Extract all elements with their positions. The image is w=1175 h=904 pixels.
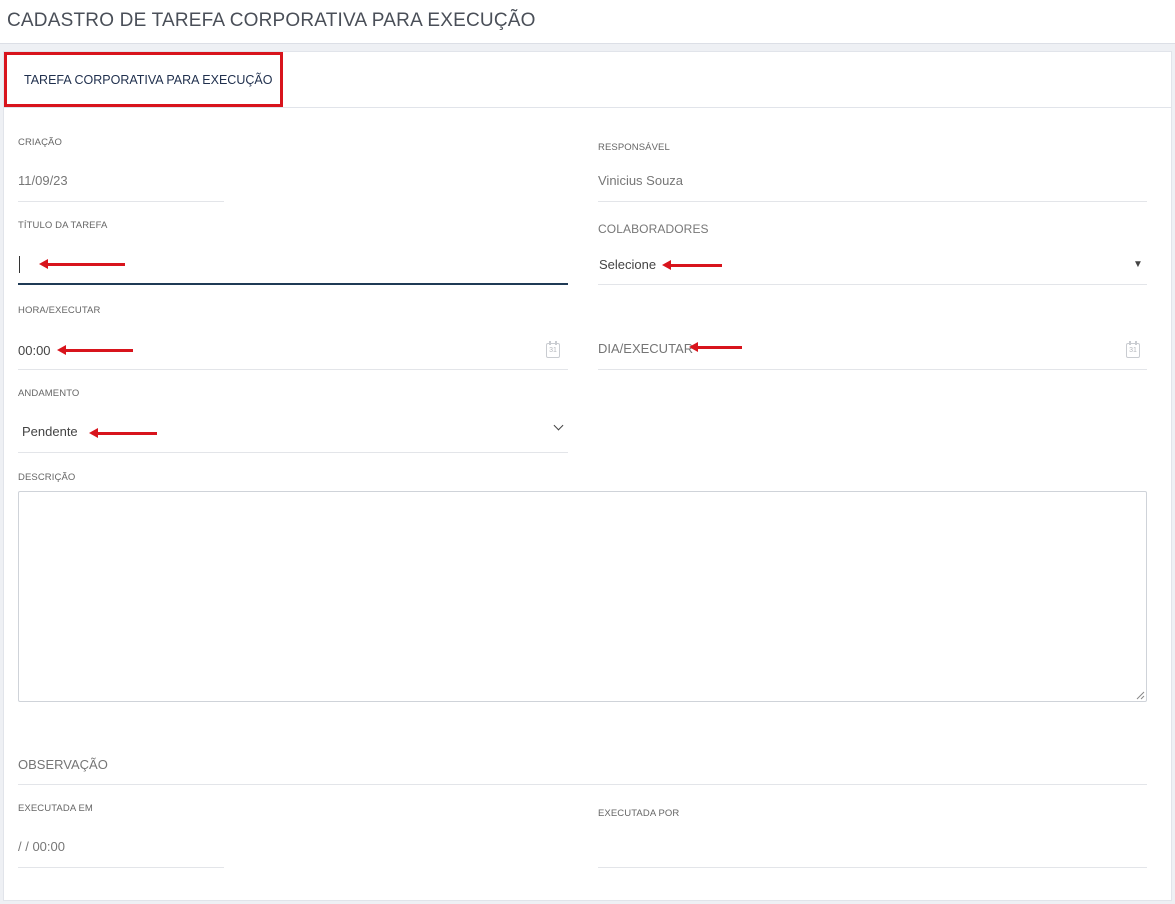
andamento-underline xyxy=(18,452,568,453)
red-arrow-annotation xyxy=(689,342,742,352)
responsavel-underline xyxy=(598,201,1147,202)
red-arrow-annotation xyxy=(57,345,133,355)
calendar-icon[interactable]: 31 xyxy=(1126,341,1140,358)
red-arrow-annotation xyxy=(662,260,722,270)
resize-grip-icon[interactable] xyxy=(1136,691,1145,700)
tab-tarefa-corporativa[interactable]: TAREFA CORPORATIVA PARA EXECUÇÃO xyxy=(4,52,283,107)
red-arrow-annotation xyxy=(89,428,157,438)
red-arrow-annotation xyxy=(39,259,125,269)
criacao-underline xyxy=(18,201,224,202)
page-header: CADASTRO DE TAREFA CORPORATIVA PARA EXEC… xyxy=(0,0,1175,44)
executada-em-value: / / 00:00 xyxy=(18,839,65,854)
executada-em-underline xyxy=(18,867,224,868)
dia-executar-input[interactable] xyxy=(598,338,1108,358)
colaboradores-label: COLABORADORES xyxy=(598,222,709,236)
descricao-textarea[interactable] xyxy=(18,491,1147,702)
caret-down-icon: ▼ xyxy=(1133,259,1143,270)
dia-executar-underline xyxy=(598,369,1147,370)
criacao-value: 11/09/23 xyxy=(18,173,68,188)
tab-bar: TAREFA CORPORATIVA PARA EXECUÇÃO xyxy=(4,52,1171,108)
responsavel-value: Vinicius Souza xyxy=(598,173,684,188)
titulo-underline xyxy=(18,283,568,285)
observacao-underline xyxy=(18,784,1147,785)
calendar-icon[interactable]: 31 xyxy=(546,341,560,358)
executada-por-label: EXECUTADA POR xyxy=(598,808,680,819)
andamento-selected: Pendente xyxy=(22,424,78,439)
titulo-label: TÍTULO DA TAREFA xyxy=(18,220,108,231)
colaboradores-underline xyxy=(598,284,1147,285)
hora-executar-label: HORA/EXECUTAR xyxy=(18,305,101,316)
executada-por-underline xyxy=(598,867,1147,868)
descricao-label: DESCRIÇÃO xyxy=(18,472,76,483)
observacao-input[interactable] xyxy=(18,754,1146,774)
executada-em-label: EXECUTADA EM xyxy=(18,803,93,814)
chevron-down-icon xyxy=(553,420,564,431)
colaboradores-selected: Selecione xyxy=(599,257,657,272)
hora-executar-underline xyxy=(18,369,568,370)
responsavel-label: RESPONSÁVEL xyxy=(598,142,670,153)
tab-label: TAREFA CORPORATIVA PARA EXECUÇÃO xyxy=(24,73,273,87)
andamento-label: ANDAMENTO xyxy=(18,388,80,399)
page-title: CADASTRO DE TAREFA CORPORATIVA PARA EXEC… xyxy=(7,10,536,31)
criacao-label: CRIAÇÃO xyxy=(18,137,62,148)
